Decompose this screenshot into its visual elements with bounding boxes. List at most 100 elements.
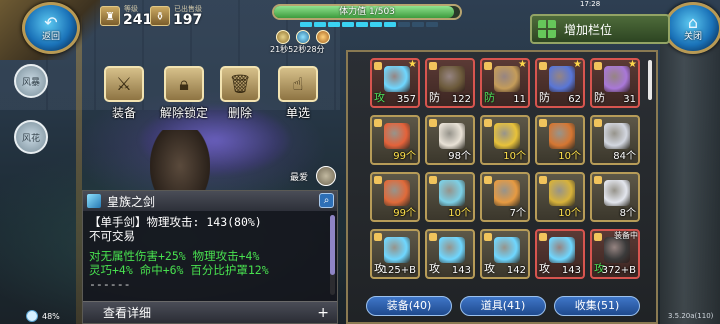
view-details-button[interactable]: 查看详细 + bbox=[83, 301, 337, 323]
item-icon bbox=[494, 66, 520, 92]
side-button-wind-flower[interactable]: 风花 bbox=[14, 120, 48, 154]
single-select-action-button[interactable]: ☝ 单选 bbox=[274, 66, 322, 121]
hand-pointer-icon: ☝ bbox=[278, 66, 318, 102]
battery-indicator: 48% bbox=[26, 310, 60, 322]
inventory-tab[interactable]: 收集(51) bbox=[554, 296, 640, 316]
trash-icon: 🗑︎ bbox=[220, 66, 260, 102]
potion-icon: ⚱ bbox=[150, 6, 170, 26]
inventory-slot[interactable]: ★ 防 11 bbox=[480, 58, 530, 108]
side-button-wind-storm[interactable]: 风暴 bbox=[14, 64, 48, 98]
inventory-tab[interactable]: 道具(41) bbox=[460, 296, 546, 316]
slot-value: 10个 bbox=[558, 208, 581, 219]
slot-stat-type: 防 bbox=[429, 91, 440, 104]
inventory-slot[interactable]: 防 122 bbox=[425, 58, 475, 108]
lock-icon bbox=[484, 233, 492, 241]
inventory-slot[interactable]: 7个 bbox=[480, 172, 530, 222]
slot-stat-type: 防 bbox=[594, 91, 605, 104]
inventory-slot[interactable]: 98个 bbox=[425, 115, 475, 165]
buff-icon[interactable] bbox=[296, 30, 310, 44]
lock-icon bbox=[429, 119, 437, 127]
equip-label: 装备 bbox=[111, 106, 136, 120]
inventory-slot[interactable]: ★ 防 31 bbox=[590, 58, 640, 108]
favorite-toggle[interactable] bbox=[316, 166, 336, 186]
item-icon bbox=[439, 123, 465, 149]
item-divider-line: ------ bbox=[89, 277, 131, 291]
equip-action-button[interactable]: ⚔ 装备 bbox=[100, 66, 148, 121]
inventory-slot[interactable]: 8个 bbox=[590, 172, 640, 222]
item-trade-line: 不可交易 bbox=[89, 229, 135, 243]
inventory-slot[interactable]: 99个 bbox=[370, 172, 420, 222]
delete-action-button[interactable]: 🗑︎ 删除 bbox=[216, 66, 264, 121]
lock-icon bbox=[594, 62, 602, 70]
item-detail-panel: 皇族之剑 ⌕ 【单手剑】物理攻击: 143(80%) 不可交易 对无属性伤害+2… bbox=[82, 190, 338, 324]
inventory-slot[interactable]: 84个 bbox=[590, 115, 640, 165]
star-icon: ★ bbox=[518, 59, 527, 70]
item-icon bbox=[604, 66, 630, 92]
inventory-slot[interactable]: ★ 防 62 bbox=[535, 58, 585, 108]
inventory-slot[interactable]: 10个 bbox=[535, 115, 585, 165]
slot-stat-type: 防 bbox=[484, 91, 495, 104]
sword-icon bbox=[87, 194, 101, 208]
inventory-grid: ★ 攻 357 防 122 ★ 防 11 ★ 防 62 ★ 防 31 99个 98个 10个 10个 84个 99个 1… bbox=[370, 58, 646, 279]
add-slot-button[interactable]: 增加栏位 bbox=[530, 14, 670, 44]
back-arrow-icon: ↶ bbox=[44, 12, 58, 32]
slot-value: 11 bbox=[513, 94, 526, 105]
inventory-slot[interactable]: 10个 bbox=[480, 115, 530, 165]
inventory-slot[interactable]: 攻 142 bbox=[480, 229, 530, 279]
slot-stat-type: 攻 bbox=[539, 262, 550, 275]
equip-icon: ⚔ bbox=[104, 66, 144, 102]
item-bonus-line-1: 对无属性伤害+25% 物理攻击+4% bbox=[89, 249, 260, 263]
buff-icon[interactable] bbox=[276, 30, 290, 44]
slot-value: 372+B bbox=[601, 265, 636, 276]
slot-value: 84个 bbox=[613, 151, 636, 162]
player-level-icon: ♜ bbox=[100, 6, 120, 26]
back-button-label: 返回 bbox=[41, 31, 60, 42]
house-icon: ⌂ bbox=[687, 12, 699, 32]
lock-icon bbox=[539, 119, 547, 127]
slot-value: 31 bbox=[623, 94, 636, 105]
lock-icon bbox=[429, 233, 437, 241]
inventory-slot[interactable]: 10个 bbox=[535, 172, 585, 222]
inventory-slot[interactable]: 99个 bbox=[370, 115, 420, 165]
slot-value: 143 bbox=[451, 265, 471, 276]
lock-icon bbox=[594, 233, 602, 241]
detail-scrollbar[interactable] bbox=[330, 215, 335, 295]
search-icon[interactable]: ⌕ bbox=[319, 193, 334, 208]
item-icon bbox=[494, 237, 520, 263]
item-icon bbox=[439, 180, 465, 206]
lock-icon bbox=[374, 233, 382, 241]
slot-value: 10个 bbox=[448, 208, 471, 219]
inventory-slot[interactable]: 10个 bbox=[425, 172, 475, 222]
buff-timer: 21秒52秒28分 bbox=[270, 45, 325, 54]
plus-icon: + bbox=[317, 304, 329, 321]
inventory-slot[interactable]: 攻 143 bbox=[425, 229, 475, 279]
level-value: 241 bbox=[123, 12, 153, 28]
buff-icon[interactable] bbox=[316, 30, 330, 44]
back-button[interactable]: ↶ 返回 bbox=[22, 2, 80, 54]
battery-text: 48% bbox=[42, 311, 60, 321]
lock-icon bbox=[374, 176, 382, 184]
item-icon bbox=[549, 123, 575, 149]
inventory-tabs: 装备(40) 道具(41) 收集(51) bbox=[366, 296, 640, 316]
item-description: 【单手剑】物理攻击: 143(80%) 不可交易 对无属性伤害+25% 物理攻击… bbox=[89, 215, 325, 291]
item-icon bbox=[549, 66, 575, 92]
inventory-scrollbar[interactable] bbox=[648, 60, 652, 100]
inventory-slot[interactable]: 攻 125+B bbox=[370, 229, 420, 279]
item-icon bbox=[439, 237, 465, 263]
inventory-slot[interactable]: 攻 143 bbox=[535, 229, 585, 279]
close-button[interactable]: ⌂ 关闭 bbox=[664, 2, 720, 54]
unlock-action-button[interactable]: 🔒︎ 解除锁定 bbox=[152, 66, 216, 121]
inventory-tab[interactable]: 装备(40) bbox=[366, 296, 452, 316]
close-button-label: 关闭 bbox=[683, 31, 702, 42]
item-bonus-line-2: 灵巧+4% 命中+6% 百分比护罩12% bbox=[89, 263, 269, 277]
slot-value: 99个 bbox=[393, 151, 416, 162]
slot-value: 125+B bbox=[381, 265, 416, 276]
lock-icon bbox=[429, 62, 437, 70]
slot-value: 7个 bbox=[509, 208, 526, 219]
inventory-slot[interactable]: 装备中攻 372+B bbox=[590, 229, 640, 279]
battery-icon bbox=[26, 310, 38, 322]
item-icon bbox=[604, 123, 630, 149]
slot-stat-type: 攻 bbox=[429, 262, 440, 275]
inventory-slot[interactable]: ★ 攻 357 bbox=[370, 58, 420, 108]
item-icon bbox=[384, 237, 410, 263]
